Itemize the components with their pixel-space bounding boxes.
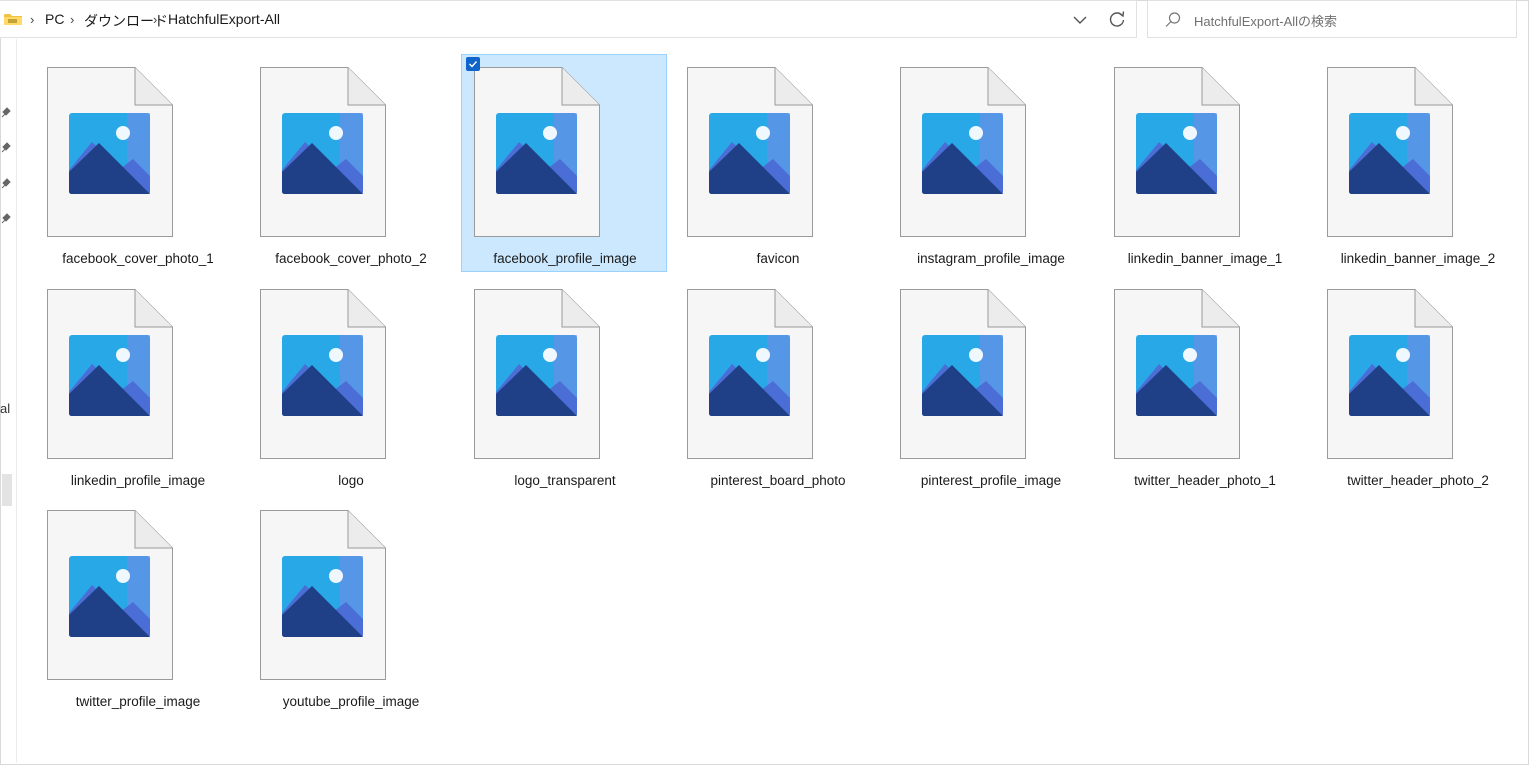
file-name-label: linkedin_banner_image_2 <box>1340 251 1496 266</box>
image-file-icon <box>47 67 173 237</box>
file-name-label: twitter_header_photo_2 <box>1347 473 1489 488</box>
breadcrumb-pc[interactable]: PC <box>45 11 64 27</box>
image-file-icon <box>1327 67 1453 237</box>
nav-scrollbar-thumb[interactable] <box>2 474 12 506</box>
file-item[interactable]: twitter_header_photo_2 <box>1314 276 1520 494</box>
pin-icon[interactable] <box>1 107 11 119</box>
file-item[interactable]: linkedin_banner_image_2 <box>1314 54 1520 272</box>
file-name-label: facebook_cover_photo_1 <box>62 251 214 266</box>
file-name-label: twitter_header_photo_1 <box>1134 473 1276 488</box>
breadcrumb-current-folder[interactable]: HatchfulExport-All <box>168 11 280 27</box>
file-item[interactable]: linkedin_profile_image <box>34 276 240 494</box>
image-file-icon <box>1114 289 1240 459</box>
refresh-icon[interactable] <box>1106 8 1128 30</box>
file-item[interactable]: twitter_profile_image <box>34 497 240 715</box>
file-name-label: logo_transparent <box>514 473 616 488</box>
file-item[interactable]: facebook_cover_photo_2 <box>247 54 453 272</box>
pin-icon[interactable] <box>1 178 11 190</box>
pin-icon[interactable] <box>1 213 11 225</box>
image-file-icon <box>474 289 600 459</box>
file-item[interactable]: logo <box>247 276 453 494</box>
folder-icon <box>4 14 22 25</box>
file-item[interactable]: facebook_profile_image <box>461 54 667 272</box>
file-item[interactable]: pinterest_board_photo <box>674 276 880 494</box>
file-item[interactable]: facebook_cover_photo_1 <box>34 54 240 272</box>
image-file-icon <box>687 67 813 237</box>
nav-item-label-clipped[interactable]: al <box>0 401 10 416</box>
file-name-label: facebook_profile_image <box>493 251 637 266</box>
search-icon <box>1165 12 1181 27</box>
file-item[interactable]: pinterest_profile_image <box>887 276 1093 494</box>
image-file-icon <box>47 289 173 459</box>
chevron-down-icon[interactable] <box>1070 10 1090 30</box>
search-input[interactable] <box>1192 10 1496 32</box>
image-file-icon <box>900 67 1026 237</box>
file-name-label: linkedin_profile_image <box>70 473 206 488</box>
file-item[interactable]: logo_transparent <box>461 276 667 494</box>
search-box[interactable] <box>1147 0 1517 38</box>
image-file-icon <box>687 289 813 459</box>
file-name-label: logo <box>338 473 364 488</box>
image-file-icon <box>1327 289 1453 459</box>
file-item[interactable]: twitter_header_photo_1 <box>1101 276 1307 494</box>
pin-icon[interactable] <box>1 142 11 154</box>
file-name-label: pinterest_profile_image <box>920 473 1062 488</box>
file-name-label: instagram_profile_image <box>917 251 1065 266</box>
file-name-label: pinterest_board_photo <box>710 473 846 488</box>
chevron-right-icon: › <box>153 12 158 27</box>
image-file-icon <box>47 510 173 680</box>
image-file-icon <box>260 289 386 459</box>
file-name-label: favicon <box>756 251 800 266</box>
image-file-icon <box>474 67 600 237</box>
file-item[interactable]: instagram_profile_image <box>887 54 1093 272</box>
file-name-label: facebook_cover_photo_2 <box>275 251 427 266</box>
file-item[interactable]: linkedin_banner_image_1 <box>1101 54 1307 272</box>
chevron-right-icon: › <box>30 12 35 27</box>
image-file-icon <box>900 289 1026 459</box>
image-file-icon <box>1114 67 1240 237</box>
checkbox-checked-icon[interactable] <box>466 57 480 71</box>
image-file-icon <box>260 510 386 680</box>
chevron-right-icon: › <box>70 12 75 27</box>
file-item[interactable]: favicon <box>674 54 880 272</box>
file-name-label: twitter_profile_image <box>75 694 201 709</box>
file-name-label: linkedin_banner_image_1 <box>1127 251 1283 266</box>
file-item[interactable]: youtube_profile_image <box>247 497 453 715</box>
image-file-icon <box>260 67 386 237</box>
file-name-label: youtube_profile_image <box>282 694 420 709</box>
address-bar[interactable]: › PC › ダウンロード › HatchfulExport-All <box>0 0 1137 38</box>
